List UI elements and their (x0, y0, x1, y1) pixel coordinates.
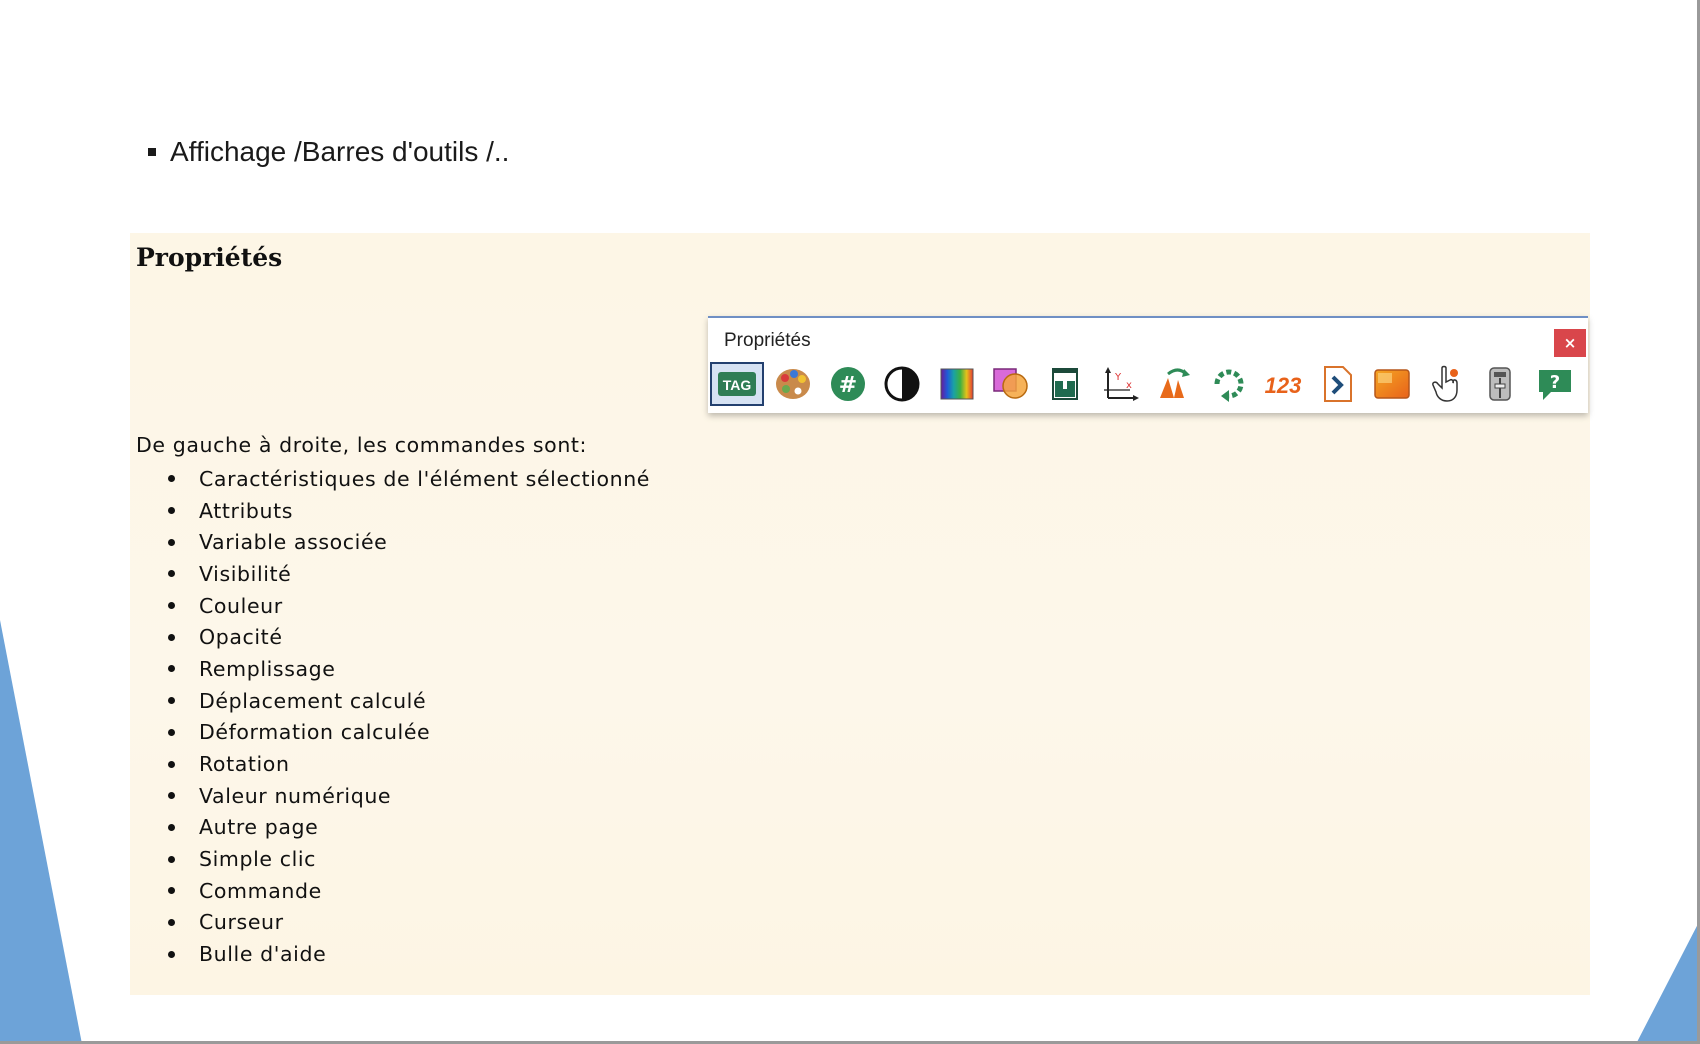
slide-bullet-text: Affichage /Barres d'outils /.. (170, 136, 510, 167)
bullet-dot-icon (168, 507, 175, 515)
description-text: De gauche à droite, les commandes sont: (136, 433, 588, 457)
bullet-dot-icon (168, 602, 175, 610)
list-item: Bulle d'aide (168, 938, 650, 970)
cursor-slider-icon (1489, 367, 1512, 401)
list-item: Curseur (168, 907, 650, 939)
bullet-dot-icon (168, 538, 175, 546)
move-button[interactable]: Y x (1095, 362, 1145, 406)
command-button[interactable] (1421, 362, 1471, 406)
toolbar-title: Propriétés (724, 330, 811, 351)
bullet-dot-icon (168, 728, 175, 736)
bullet-dot-icon (168, 633, 175, 641)
single-click-button[interactable] (1367, 362, 1417, 406)
bullet-dot-icon (168, 887, 175, 895)
list-item: Attributs (168, 495, 650, 527)
list-item: Autre page (168, 812, 650, 844)
list-item: Variable associée (168, 526, 650, 558)
svg-text:TAG: TAG (723, 377, 752, 393)
svg-text:?: ? (1550, 372, 1560, 393)
tag-icon: TAG (718, 372, 756, 396)
color-button[interactable] (932, 362, 982, 406)
command-list: Caractéristiques de l'élément sélectionn… (168, 463, 650, 970)
svg-text:x: x (1126, 380, 1132, 391)
list-item: Déplacement calculé (168, 685, 650, 717)
list-item: Opacité (168, 621, 650, 653)
tool-row: TAG # Y x 123 ? (710, 362, 1584, 406)
close-button[interactable]: × (1554, 329, 1586, 357)
numeric-icon: 123 (1265, 373, 1302, 398)
fill-up-icon (1052, 368, 1079, 400)
list-item: Déformation calculée (168, 717, 650, 749)
bullet-square-icon (148, 148, 156, 156)
rotation-button[interactable] (1204, 362, 1254, 406)
variable-button[interactable]: # (823, 362, 873, 406)
visibility-button[interactable] (877, 362, 927, 406)
slide-bullet: Affichage /Barres d'outils /.. (148, 136, 509, 168)
deform-icon (1160, 368, 1191, 398)
list-item: Remplissage (168, 653, 650, 685)
help-bubble-button[interactable]: ? (1530, 362, 1580, 406)
cursor-button[interactable] (1475, 362, 1525, 406)
page-arrow-icon (1324, 366, 1353, 402)
rotate-icon (1214, 369, 1243, 402)
svg-text:Y: Y (1114, 372, 1122, 383)
move-axes-icon: Y x (1103, 367, 1139, 401)
bullet-dot-icon (168, 475, 175, 483)
overlap-shapes-icon (993, 368, 1028, 399)
list-item: Rotation (168, 748, 650, 780)
click-orange-icon (1373, 369, 1410, 399)
other-page-button[interactable] (1312, 362, 1362, 406)
attributes-button[interactable] (768, 362, 818, 406)
tag-button[interactable]: TAG (710, 362, 764, 406)
bullet-dot-icon (168, 570, 175, 578)
bullet-dot-icon (168, 697, 175, 705)
half-circle-icon (884, 366, 920, 402)
fill-button[interactable] (1040, 362, 1090, 406)
bullet-dot-icon (168, 665, 175, 673)
help-bubble-icon: ? (1538, 370, 1571, 400)
list-item: Simple clic (168, 843, 650, 875)
svg-text:123: 123 (1265, 373, 1302, 398)
properties-panel: Propriétés Propriétés × TAG # Y x 123 ? … (130, 233, 1590, 995)
hash-icon: # (830, 367, 865, 401)
color-spectrum-icon (940, 368, 974, 400)
list-item: Caractéristiques de l'élément sélectionn… (168, 463, 650, 495)
bullet-dot-icon (168, 760, 175, 768)
bullet-dot-icon (168, 918, 175, 926)
list-item: Couleur (168, 590, 650, 622)
bullet-dot-icon (168, 823, 175, 831)
svg-text:#: # (839, 373, 857, 398)
properties-toolbar: Propriétés × TAG # Y x 123 ? (708, 316, 1588, 413)
bullet-dot-icon (168, 792, 175, 800)
bullet-dot-icon (168, 950, 175, 958)
panel-title: Propriétés (136, 243, 283, 272)
deform-button[interactable] (1149, 362, 1199, 406)
opacity-button[interactable] (986, 362, 1036, 406)
numeric-value-button[interactable]: 123 (1258, 362, 1308, 406)
list-item: Visibilité (168, 558, 650, 590)
hand-cursor-icon (1432, 365, 1459, 402)
list-item: Commande (168, 875, 650, 907)
list-item: Valeur numérique (168, 780, 650, 812)
bullet-dot-icon (168, 855, 175, 863)
palette-icon (776, 369, 811, 399)
